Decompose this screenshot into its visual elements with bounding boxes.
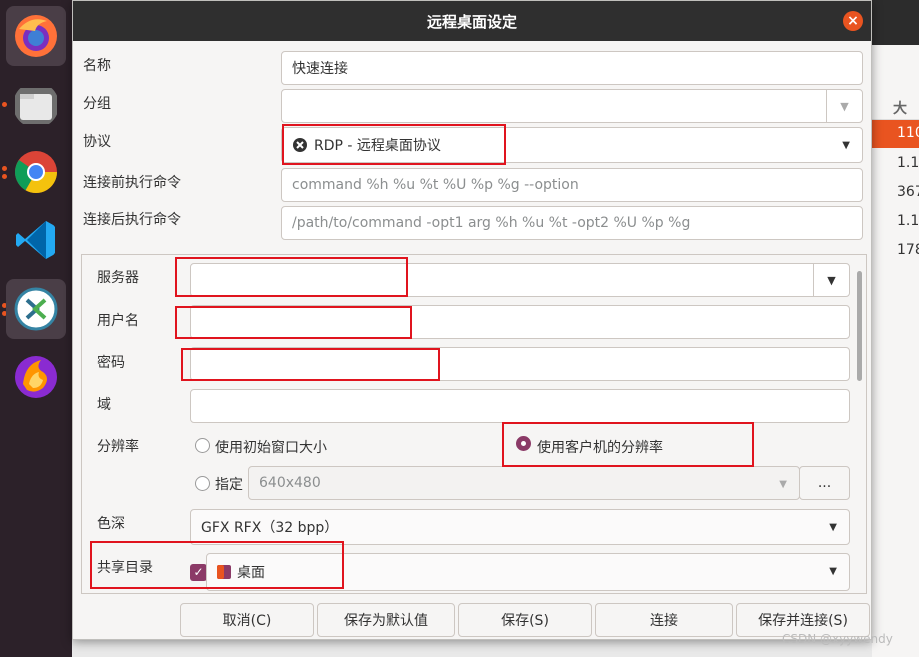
password-label: 密码	[97, 355, 125, 371]
chrome-icon	[14, 151, 58, 194]
close-icon: ×	[847, 13, 859, 29]
color-depth-label: 色深	[97, 516, 125, 532]
domain-input[interactable]	[190, 389, 850, 423]
name-label: 名称	[83, 58, 111, 74]
post-command-placeholder: /path/to/command -opt1 arg %h %u %t -opt…	[292, 215, 691, 231]
post-command-input[interactable]: /path/to/command -opt1 arg %h %u %t -opt…	[281, 206, 863, 240]
post-command-label: 连接后执行命令	[83, 212, 181, 228]
custom-resolution-more-button[interactable]: ...	[799, 466, 850, 500]
domain-label: 域	[97, 397, 111, 413]
connect-button[interactable]: 连接	[595, 603, 733, 637]
server-dropdown-button[interactable]: ▼	[813, 264, 849, 296]
files-icon	[15, 88, 57, 124]
dialog-titlebar: 远程桌面设定 ×	[73, 1, 871, 41]
server-label: 服务器	[97, 270, 139, 286]
file-size-cell[interactable]: 367	[871, 179, 919, 207]
chevron-down-icon: ▼	[840, 99, 849, 113]
file-size-cell[interactable]: 178	[871, 237, 919, 265]
chevron-down-icon: ▼	[829, 522, 837, 533]
firefox-developer-icon	[15, 356, 57, 398]
watermark: CSDN @xyywendy	[782, 632, 893, 646]
file-size-cell[interactable]: 110	[871, 120, 919, 148]
firefox-icon	[15, 15, 57, 57]
pre-command-placeholder: command %h %u %t %U %p %g --option	[292, 177, 579, 193]
group-dropdown-button[interactable]: ▼	[826, 90, 862, 122]
pre-command-input[interactable]: command %h %u %t %U %p %g --option	[281, 168, 863, 202]
chevron-down-icon: ▼	[827, 273, 836, 287]
save-as-default-button[interactable]: 保存为默认值	[317, 603, 455, 637]
chevron-down-icon: ▼	[842, 140, 850, 151]
background-header	[871, 0, 919, 45]
panel-scrollbar[interactable]	[857, 271, 862, 381]
annotation-box-shared-folder	[90, 541, 344, 589]
cancel-button[interactable]: 取消(C)	[180, 603, 314, 637]
resolution-custom-radio[interactable]	[195, 476, 210, 491]
firefox-dev-dock-item[interactable]	[6, 347, 66, 407]
remmina-icon	[14, 287, 58, 331]
custom-resolution-value: 640x480	[259, 475, 321, 491]
file-size-cell[interactable]: 1.1	[871, 208, 919, 236]
dock	[0, 0, 72, 657]
pre-command-label: 连接前执行命令	[83, 175, 181, 191]
color-depth-value: GFX RFX（32 bpp）	[201, 520, 339, 536]
annotation-box-password	[181, 348, 440, 381]
annotation-box-username	[175, 306, 412, 339]
firefox-dock-item[interactable]	[6, 6, 66, 66]
resolution-initial-radio[interactable]	[195, 438, 210, 453]
file-size-cell[interactable]: 1.1	[871, 150, 919, 178]
custom-resolution-select[interactable]: 640x480 ▼	[248, 466, 800, 500]
chrome-dock-item[interactable]	[6, 142, 66, 202]
resolution-label: 分辨率	[97, 439, 139, 455]
vscode-dock-item[interactable]	[6, 210, 66, 270]
save-button[interactable]: 保存(S)	[458, 603, 592, 637]
chevron-down-icon: ▼	[779, 479, 787, 490]
background-file-window: 大小 110 1.1 367 1.1 178	[870, 0, 919, 657]
group-label: 分组	[83, 96, 111, 112]
username-label: 用户名	[97, 313, 139, 329]
annotation-box-protocol	[282, 124, 506, 165]
group-combo[interactable]: ▼	[281, 89, 863, 123]
color-depth-select[interactable]: GFX RFX（32 bpp） ▼	[190, 509, 850, 545]
dialog-title: 远程桌面设定	[426, 12, 517, 31]
more-icon: ...	[817, 475, 832, 491]
resolution-initial-label[interactable]: 使用初始窗口大小	[215, 437, 327, 457]
files-dock-item[interactable]	[6, 75, 66, 135]
chevron-down-icon: ▼	[829, 566, 837, 577]
size-column-header[interactable]: 大小	[871, 92, 919, 137]
close-button[interactable]: ×	[843, 11, 863, 31]
name-value: 快速连接	[292, 61, 348, 77]
name-field[interactable]: 快速连接	[281, 51, 863, 85]
vscode-icon	[16, 221, 55, 259]
remmina-dock-item[interactable]	[6, 279, 66, 339]
annotation-box-client-resolution	[502, 422, 754, 467]
annotation-box-server	[175, 257, 408, 297]
protocol-label: 协议	[83, 134, 111, 150]
resolution-custom-label[interactable]: 指定	[215, 474, 243, 494]
